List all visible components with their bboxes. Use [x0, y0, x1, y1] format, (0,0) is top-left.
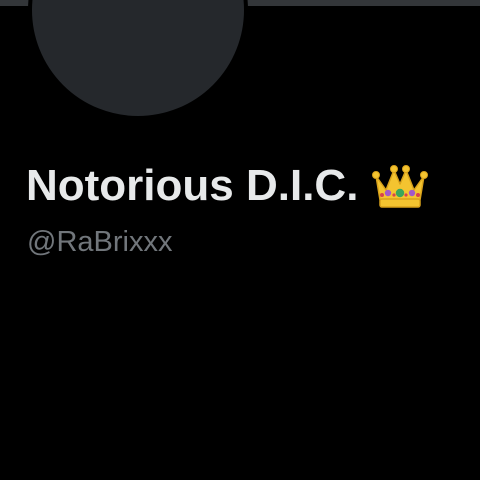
user-handle: @RaBrixxx	[27, 226, 173, 258]
profile-header: Notorious D.I.C. @RaBrixxx	[0, 0, 480, 480]
avatar[interactable]	[28, 0, 248, 120]
display-name-text: Notorious D.I.C.	[26, 161, 359, 210]
display-name: Notorious D.I.C.	[26, 160, 429, 212]
crown-icon	[372, 162, 429, 210]
